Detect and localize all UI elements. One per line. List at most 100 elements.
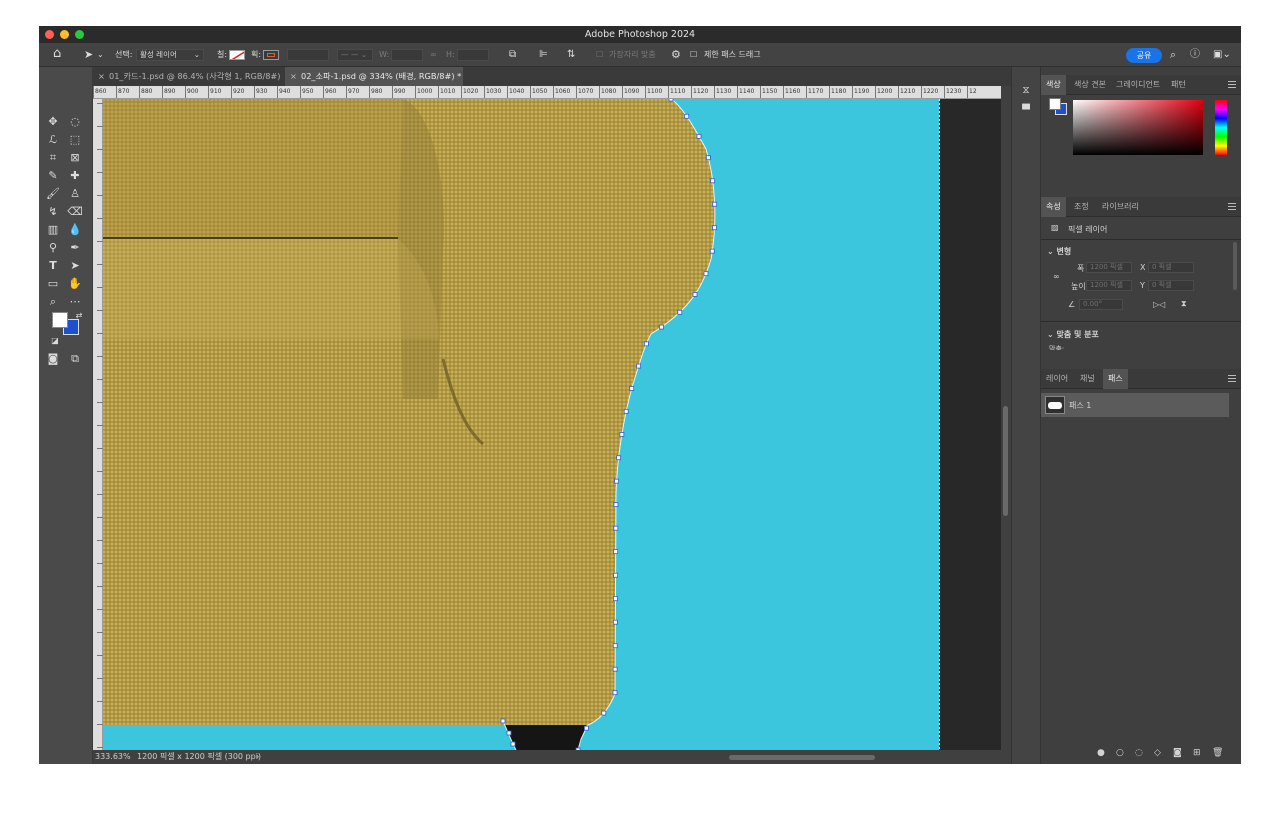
eyedropper-tool-icon[interactable]: ✎ xyxy=(44,168,62,184)
stroke-width-field[interactable] xyxy=(287,49,329,61)
anchor-point[interactable] xyxy=(643,341,649,347)
new-path-icon[interactable]: ⊞ xyxy=(1193,748,1201,758)
anchor-point[interactable] xyxy=(710,178,716,184)
pen-tool-icon[interactable]: ✒ xyxy=(66,240,84,256)
path-alignment-icon[interactable]: ⊫ xyxy=(539,48,548,62)
chevron-right-icon[interactable]: › xyxy=(256,750,259,764)
zoom-level[interactable]: 333.63% xyxy=(95,750,131,764)
anchor-point[interactable] xyxy=(677,309,683,315)
anchor-point[interactable] xyxy=(696,133,702,139)
history-panel-icon[interactable]: ⧖ xyxy=(1017,83,1035,99)
horizontal-scroll-thumb[interactable] xyxy=(729,755,875,760)
path-arrangement-icon[interactable]: ⇅ xyxy=(567,48,575,62)
direct-selection-tool-icon[interactable]: ➤ xyxy=(66,258,84,274)
tab-layers[interactable]: 레이어 xyxy=(1041,369,1073,389)
flip-vertical-icon[interactable]: ⧗ xyxy=(1181,299,1187,309)
tab-swatches[interactable]: 색상 견본 xyxy=(1069,75,1111,95)
anchor-point[interactable] xyxy=(629,386,635,391)
flip-horizontal-icon[interactable]: ▷◁ xyxy=(1153,300,1165,309)
healing-brush-tool-icon[interactable]: ✚ xyxy=(66,168,84,184)
tab-paths[interactable]: 패스 xyxy=(1103,369,1128,389)
transform-heading[interactable]: ⌄ 변형 xyxy=(1047,246,1071,257)
zoom-tool-icon[interactable]: ⌕ xyxy=(44,294,62,310)
anchor-point[interactable] xyxy=(684,113,690,119)
swap-colors-icon[interactable]: ⇄ xyxy=(70,308,88,324)
default-colors-icon[interactable]: ◪ xyxy=(46,333,64,349)
gradient-tool-icon[interactable]: ▥ xyxy=(44,222,62,238)
anchor-point[interactable] xyxy=(612,619,618,625)
tab-sofa-document[interactable]: × 02_소파-1.psd @ 334% (배경, RGB/8#) * xyxy=(285,67,463,86)
panel-menu-icon[interactable] xyxy=(1228,203,1236,210)
canvas-area[interactable] xyxy=(103,99,1001,750)
make-work-path-icon[interactable]: ◇ xyxy=(1154,748,1161,758)
anchor-point[interactable] xyxy=(616,455,622,461)
blur-tool-icon[interactable]: 💧 xyxy=(66,222,84,238)
document-canvas[interactable] xyxy=(103,99,1001,750)
h-field[interactable] xyxy=(457,49,489,61)
y-field[interactable]: 0 픽셀 xyxy=(1148,280,1194,291)
tab-gradients[interactable]: 그레이디언트 xyxy=(1111,75,1165,95)
fill-swatch[interactable] xyxy=(229,50,245,60)
history-brush-tool-icon[interactable]: ↯ xyxy=(44,204,62,220)
anchor-point[interactable] xyxy=(614,478,619,484)
anchor-point[interactable] xyxy=(619,432,625,437)
anchor-point[interactable] xyxy=(601,710,607,716)
share-button[interactable]: 공유 xyxy=(1126,48,1162,63)
tab-channels[interactable]: 채널 xyxy=(1075,369,1100,389)
help-icon[interactable]: ⓘ xyxy=(1190,48,1200,62)
move-tool-icon[interactable]: ✥ xyxy=(44,114,62,130)
select-dropdown[interactable]: 활성 레이어 ⌄ xyxy=(136,49,204,61)
h-field[interactable]: 1200 픽셀 xyxy=(1086,280,1132,291)
path-operations-icon[interactable]: ⧉ xyxy=(509,48,516,62)
anchor-point[interactable] xyxy=(623,408,629,414)
path-row[interactable]: 패스 1 xyxy=(1041,393,1229,417)
close-tab-icon[interactable]: × xyxy=(98,67,105,86)
anchor-point[interactable] xyxy=(613,572,618,578)
comments-panel-icon[interactable]: ▀ xyxy=(1017,103,1035,119)
home-icon[interactable]: ⌂ xyxy=(53,47,61,61)
tab-card-document[interactable]: × 01_카드-1.psd @ 86.4% (사각형 1, RGB/8#) xyxy=(93,67,285,86)
crop-tool-icon[interactable]: ⌗ xyxy=(44,150,62,166)
tab-patterns[interactable]: 패턴 xyxy=(1166,75,1191,95)
anchor-point[interactable] xyxy=(636,363,642,369)
anchor-point[interactable] xyxy=(612,666,618,672)
anchor-point[interactable] xyxy=(613,596,618,602)
rectangle-tool-icon[interactable]: ▭ xyxy=(44,276,62,292)
tab-color[interactable]: 색상 xyxy=(1041,75,1066,95)
ellipse-marquee-tool-icon[interactable]: ◌ xyxy=(66,114,84,130)
load-selection-icon[interactable]: ◌ xyxy=(1135,748,1143,758)
anchor-point[interactable] xyxy=(506,730,512,736)
anchor-point[interactable] xyxy=(612,643,618,649)
trash-icon[interactable]: 🗑 xyxy=(1212,748,1223,758)
auto-align-checkbox[interactable]: ☐ xyxy=(596,48,603,62)
stroke-swatch[interactable] xyxy=(263,50,279,60)
dodge-tool-icon[interactable]: ⚲ xyxy=(44,240,62,256)
anchor-point[interactable] xyxy=(613,549,619,555)
type-tool-icon[interactable]: T xyxy=(44,258,62,274)
vertical-scroll-thumb[interactable] xyxy=(1003,406,1008,516)
gear-icon[interactable]: ⚙ xyxy=(671,48,681,62)
stroke-path-icon[interactable]: ○ xyxy=(1116,748,1124,758)
frame-tool-icon[interactable]: ⊠ xyxy=(66,150,84,166)
link-icon[interactable]: ∞ xyxy=(1053,272,1060,281)
align-heading[interactable]: ⌄ 맞춤 및 분포 xyxy=(1047,329,1099,340)
fill-path-icon[interactable]: ● xyxy=(1097,748,1105,758)
close-tab-icon[interactable]: × xyxy=(290,67,297,86)
hand-tool-icon[interactable]: ✋ xyxy=(66,276,84,292)
brush-tool-icon[interactable]: 🖌 xyxy=(44,186,62,202)
foreground-color-swatch[interactable] xyxy=(52,312,68,328)
anchor-point[interactable] xyxy=(692,292,698,297)
stroke-type-field[interactable]: — — ⌄ xyxy=(337,49,373,61)
panel-menu-icon[interactable] xyxy=(1228,375,1236,382)
link-icon[interactable]: ∞ xyxy=(430,48,437,62)
anchor-point[interactable] xyxy=(709,248,715,254)
anchor-point[interactable] xyxy=(659,324,664,330)
path-selection-tool-icon[interactable]: ➤ xyxy=(84,48,93,62)
screen-mode-icon[interactable]: ⧉ xyxy=(66,351,84,367)
anchor-point[interactable] xyxy=(705,155,711,161)
anchor-point[interactable] xyxy=(613,502,619,508)
anchor-point[interactable] xyxy=(703,271,709,277)
tab-adjustments[interactable]: 조정 xyxy=(1069,197,1094,217)
anchor-point[interactable] xyxy=(712,225,717,231)
w-field[interactable] xyxy=(391,49,423,61)
